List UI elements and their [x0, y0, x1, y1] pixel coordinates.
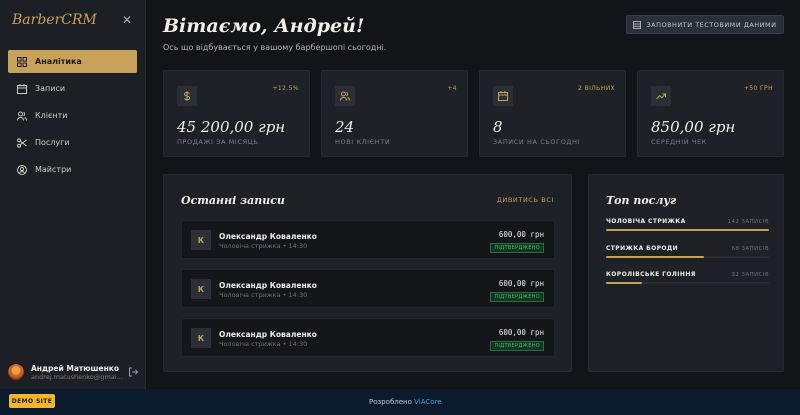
viacore-link[interactable]: ViACore [414, 398, 441, 406]
sidebar-item-services[interactable]: Послуги [8, 131, 137, 154]
user-name: Андрей Матюшенко [31, 363, 120, 373]
appointment-service: Чоловіча стрижка • 14:30 [219, 340, 308, 348]
client-initial-avatar: К [191, 328, 211, 348]
fill-test-data-button[interactable]: ЗАПОВНИТИ ТЕСТОВИМИ ДАНИМИ [626, 15, 784, 34]
stat-label: ПРОДАЖІ ЗА МІСЯЦЬ [177, 138, 259, 146]
stat-label: СЕРЕДНІЙ ЧЕК [651, 138, 707, 146]
service-count: 32 ЗАПИСІВ [731, 271, 769, 278]
stat-label: НОВІ КЛІЄНТИ [335, 138, 391, 146]
panel-title: Останні записи [181, 194, 285, 207]
sidebar-item-label: Аналітика [35, 57, 82, 66]
logout-icon[interactable] [128, 367, 138, 377]
appointment-price: 600,00 грн [498, 279, 544, 288]
stat-value: 24 [335, 118, 355, 136]
sidebar-item-appointments[interactable]: Записи [8, 77, 137, 100]
service-progress-bar [606, 229, 769, 231]
client-initial-avatar: К [191, 230, 211, 250]
stat-card-appointments-today: 2 ВІЛЬНИХ 8 ЗАПИСИ НА СЬОГОДНІ [479, 70, 626, 157]
users-icon [335, 86, 355, 106]
calendar-icon [17, 83, 27, 94]
stats-row: +12.5% 45 200,00 грн ПРОДАЖІ ЗА МІСЯЦЬ +… [163, 70, 785, 157]
client-initial-avatar: К [191, 279, 211, 299]
avatar[interactable] [8, 364, 24, 380]
powered-by-prefix: Розроблено [369, 398, 412, 406]
sidebar-item-masters[interactable]: Майстри [8, 158, 137, 181]
sidebar-item-label: Майстри [35, 165, 72, 174]
user-email: andrej.matushenko@gmail.com [31, 372, 124, 381]
stat-badge: +50 ГРН [743, 85, 773, 92]
service-stat-item: СТРИЖКА БОРОДИ 68 ЗАПИСІВ [606, 245, 769, 258]
dollar-icon [177, 86, 197, 106]
scissors-icon [17, 137, 27, 148]
dashboard-icon [17, 56, 27, 67]
stat-value: 850,00 грн [651, 118, 736, 136]
client-name: Олександр Коваленко [219, 330, 317, 339]
database-icon [633, 20, 642, 29]
sidebar-item-label: Послуги [35, 138, 70, 147]
service-count: 68 ЗАПИСІВ [731, 245, 769, 252]
stat-card-average-check: +50 ГРН 850,00 грн СЕРЕДНІЙ ЧЕК [637, 70, 784, 157]
sidebar-nav: Аналітика Записи Клієнти Послуги Майстри [8, 50, 137, 185]
service-count: 142 ЗАПИСІВ [727, 218, 769, 225]
service-name: ЧОЛОВІЧА СТРИЖКА [606, 218, 686, 225]
stat-card-new-clients: +4 24 НОВІ КЛІЄНТИ [321, 70, 468, 157]
app-logo[interactable]: BarberCRM [12, 12, 97, 28]
user-circle-icon [17, 164, 27, 175]
service-progress-bar [606, 256, 769, 258]
trend-up-icon [651, 86, 671, 106]
stat-badge: +4 [447, 85, 457, 92]
recent-appointments-panel: Останні записи ДИВИТИСЬ ВСІ К Олександр … [163, 174, 572, 372]
client-name: Олександр Коваленко [219, 232, 317, 241]
stat-label: ЗАПИСИ НА СЬОГОДНІ [493, 138, 581, 146]
appointment-row[interactable]: К Олександр Коваленко Чоловіча стрижка •… [181, 318, 555, 357]
appointment-price: 600,00 грн [498, 328, 544, 337]
service-name: СТРИЖКА БОРОДИ [606, 245, 679, 252]
sidebar-item-analytics[interactable]: Аналітика [8, 50, 137, 73]
appointment-service: Чоловіча стрижка • 14:30 [219, 291, 308, 299]
service-name: КОРОЛІВСЬКЕ ГОЛІННЯ [606, 271, 696, 278]
main-content: Вітаємо, Андрей! Ось що відбувається у в… [147, 0, 800, 389]
calendar-icon [493, 86, 513, 106]
top-services-panel: Топ послуг ЧОЛОВІЧА СТРИЖКА 142 ЗАПИСІВ … [588, 174, 784, 372]
service-stat-item: ЧОЛОВІЧА СТРИЖКА 142 ЗАПИСІВ [606, 218, 769, 231]
page-title: Вітаємо, Андрей! [163, 15, 365, 37]
stat-value: 8 [493, 118, 503, 136]
status-badge: ПІДТВЕРДЖЕНО [490, 243, 544, 253]
appointment-service: Чоловіча стрижка • 14:30 [219, 242, 308, 250]
appointment-row[interactable]: К Олександр Коваленко Чоловіча стрижка •… [181, 269, 555, 308]
page-subtitle: Ось що відбувається у вашому барбершопі … [163, 43, 387, 52]
service-progress-bar [606, 282, 769, 284]
panel-title: Топ послуг [606, 194, 677, 207]
stat-badge: 2 ВІЛЬНИХ [578, 85, 615, 92]
client-name: Олександр Коваленко [219, 281, 317, 290]
sidebar-item-clients[interactable]: Клієнти [8, 104, 137, 127]
sidebar-item-label: Клієнти [35, 111, 68, 120]
sidebar-item-label: Записи [35, 84, 66, 93]
user-profile: Андрей Матюшенко andrej.matushenko@gmail… [8, 362, 138, 382]
service-progress-fill [606, 256, 704, 258]
powered-by: Розроблено ViACore [369, 398, 442, 406]
view-all-link[interactable]: ДИВИТИСЬ ВСІ [497, 196, 554, 204]
stat-card-sales: +12.5% 45 200,00 грн ПРОДАЖІ ЗА МІСЯЦЬ [163, 70, 310, 157]
stat-value: 45 200,00 грн [177, 118, 286, 136]
status-badge: ПІДТВЕРДЖЕНО [490, 341, 544, 351]
status-badge: ПІДТВЕРДЖЕНО [490, 292, 544, 302]
service-progress-fill [606, 229, 769, 231]
appointment-row[interactable]: К Олександр Коваленко Чоловіча стрижка •… [181, 220, 555, 259]
fill-test-data-label: ЗАПОВНИТИ ТЕСТОВИМИ ДАНИМИ [646, 20, 777, 29]
users-icon [17, 111, 27, 121]
footer: DEMO SITE Розроблено ViACore [0, 389, 800, 415]
service-stat-item: КОРОЛІВСЬКЕ ГОЛІННЯ 32 ЗАПИСІВ [606, 271, 769, 284]
sidebar: BarberCRM ✕ Аналітика Записи Клієнти Пос… [0, 0, 146, 389]
close-icon[interactable]: ✕ [122, 13, 132, 27]
demo-site-badge: DEMO SITE [9, 394, 55, 408]
service-progress-fill [606, 282, 642, 284]
stat-badge: +12.5% [272, 85, 299, 92]
appointment-price: 600,00 грн [498, 230, 544, 239]
